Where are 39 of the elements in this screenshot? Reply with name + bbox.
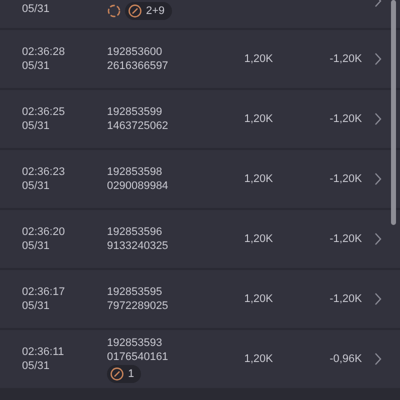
win-amount: -1,20K (328, 232, 362, 246)
bet-id: 192853595 (107, 285, 164, 299)
bet-time: 02:36:17 (22, 285, 66, 299)
win-amount: -1,20K (328, 172, 362, 186)
bet-date: 05/31 (22, 179, 51, 193)
bet-id: 192853600 (107, 45, 164, 59)
win-amount: -1,20K (328, 292, 362, 306)
bet-id: 2616366597 (107, 59, 170, 73)
bet-time: 02:36:23 (22, 165, 66, 179)
bet-id: 7972289025 (107, 299, 170, 313)
stake-amount: 1,20K (243, 52, 273, 66)
bet-id: 9133240325 (107, 239, 170, 253)
bet-id: 192853598 (107, 165, 164, 179)
bet-id: 0290089984 (107, 179, 170, 193)
bet-id: 0176540161 (107, 350, 170, 364)
bet-date: 05/31 (22, 359, 51, 373)
bet-id: 192853593 (107, 336, 164, 350)
stake-amount: 1,20K (243, 172, 273, 186)
bet-date: 05/31 (22, 59, 51, 73)
bet-id: 192853599 (107, 105, 164, 119)
bet-id: 192853596 (107, 225, 164, 239)
stake-amount: 1,20K (243, 232, 273, 246)
bet-time: 02:36:25 (22, 105, 66, 119)
bet-time: 02:36:20 (22, 225, 66, 239)
stake-amount: 1,20K (243, 352, 273, 366)
bet-time: 02:36:28 (22, 45, 66, 59)
bonus-badge: 1 (107, 364, 142, 382)
bet-date: 05/31 (22, 119, 51, 133)
win-amount: -0,96K (328, 352, 362, 366)
bet-id: 1463725062 (107, 119, 170, 133)
win-amount: -1,20K (328, 52, 362, 66)
stake-amount: 1,20K (243, 292, 273, 306)
bet-date: 05/31 (22, 2, 51, 16)
bet-date: 05/31 (22, 299, 51, 313)
bonus-badge: 2+9 (125, 2, 172, 20)
stake-amount: 1,20K (243, 112, 273, 126)
win-amount: -1,20K (328, 112, 362, 126)
bet-time: 02:36:11 (22, 345, 66, 359)
bet-date: 05/31 (22, 239, 51, 253)
